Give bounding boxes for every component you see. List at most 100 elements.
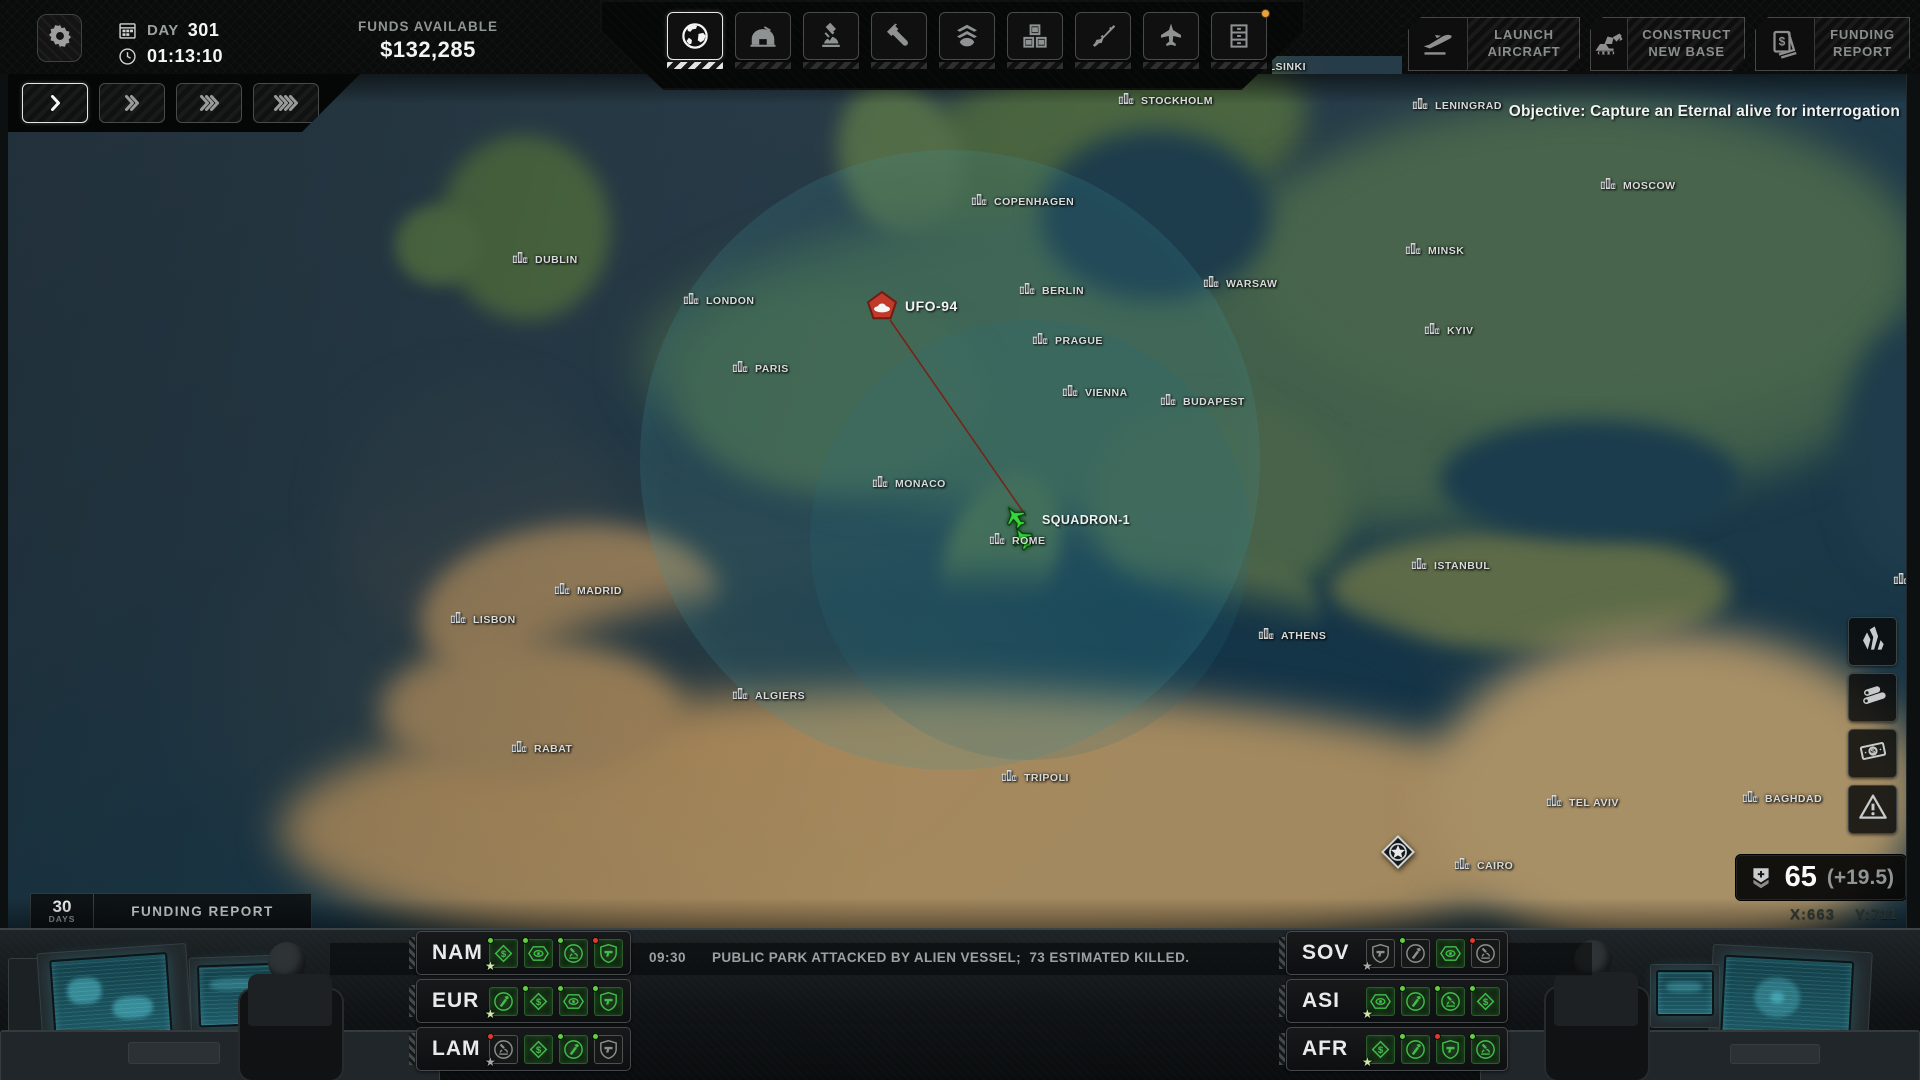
- region-slot-research: [1471, 1035, 1500, 1064]
- status-dot: [1434, 985, 1441, 992]
- city-icon: [1258, 627, 1276, 640]
- region-slot-intel: [559, 987, 588, 1016]
- city-label: ISTANBUL: [1434, 560, 1490, 572]
- objective-text: Objective: Capture an Eternal alive for …: [1240, 103, 1900, 121]
- region-name: EUR: [432, 989, 479, 1013]
- city-marker: TRIPOLI: [1001, 769, 1069, 784]
- shield-plus-icon: [1748, 865, 1774, 891]
- city-marker: ISTANBUL: [1411, 557, 1490, 572]
- city-label: ALGIERS: [755, 690, 805, 702]
- region-row-lam[interactable]: LAM★$: [416, 1027, 631, 1071]
- city-marker: TEL AVIV: [1546, 794, 1619, 809]
- tab-engineering[interactable]: [871, 12, 927, 69]
- base-marker[interactable]: [1379, 833, 1417, 871]
- speed-3-button[interactable]: [176, 83, 242, 123]
- region-row-nam[interactable]: NAM$★: [416, 931, 631, 975]
- city-icon: [1160, 393, 1178, 406]
- status-dot: [522, 985, 529, 992]
- speed-4-button[interactable]: [253, 83, 319, 123]
- city-marker: KYIV: [1424, 322, 1474, 337]
- city-label: MINSK: [1428, 245, 1464, 257]
- alerts-button[interactable]: [1848, 785, 1897, 834]
- speed-1-button[interactable]: [22, 83, 88, 123]
- region-slots: ★$: [1366, 987, 1500, 1016]
- tab-stripe: [1211, 62, 1267, 69]
- launch-aircraft-button[interactable]: LAUNCHAIRCRAFT: [1408, 17, 1580, 71]
- ticker-time: 09:30: [649, 950, 686, 965]
- city-label: PRAGUE: [1055, 335, 1103, 347]
- region-slot-funding: $★: [489, 939, 518, 968]
- tab-geoscape[interactable]: [667, 12, 723, 69]
- city-marker: PRAGUE: [1032, 332, 1103, 347]
- chevron-icon: [202, 95, 217, 111]
- star-badge: ★: [485, 1056, 496, 1068]
- construct-new-base-label: CONSTRUCTNEW BASE: [1628, 17, 1745, 71]
- squadron-marker[interactable]: SQUADRON-1: [1002, 504, 1082, 564]
- region-row-sov[interactable]: SOV★: [1286, 931, 1508, 975]
- region-slots: ★: [1366, 939, 1500, 968]
- city-label: ATHENS: [1281, 630, 1326, 642]
- rifle-icon: [1075, 12, 1131, 60]
- region-name: ASI: [1302, 989, 1340, 1013]
- city-marker: BAGHDAD: [1742, 790, 1822, 805]
- city-label: DUBLIN: [535, 254, 578, 266]
- region-slot-research: [1436, 987, 1465, 1016]
- region-row-asi[interactable]: ASI ★$: [1286, 979, 1508, 1023]
- terrain-blob: [412, 510, 728, 710]
- tab-aircraft[interactable]: [1143, 12, 1199, 69]
- region-slot-funding: $: [1471, 987, 1500, 1016]
- city-marker: ATHENS: [1258, 627, 1326, 642]
- funding-report-button[interactable]: $FUNDINGREPORT: [1755, 17, 1910, 71]
- city-label: COPENHAGEN: [994, 196, 1074, 208]
- settings-button[interactable]: [37, 14, 82, 62]
- city-marker: DUBLIN: [512, 251, 578, 266]
- city-label: LISBON: [473, 614, 516, 626]
- geoscape-screen: UFO-94 SQUADRON-1 Objective: Capture an …: [0, 0, 1920, 1080]
- cash-button[interactable]: $: [1848, 729, 1897, 778]
- header-actions: LAUNCHAIRCRAFT CONSTRUCTNEW BASE$FUNDINGR…: [1408, 17, 1910, 71]
- status-dot: [1399, 985, 1406, 992]
- ufo-marker[interactable]: UFO-94: [865, 290, 899, 329]
- svg-text:$: $: [1378, 1044, 1384, 1055]
- ufo-icon: [865, 290, 899, 329]
- terrain-blob: [1180, 560, 1320, 670]
- city-icon: [683, 292, 701, 305]
- intercept-path: [0, 0, 1920, 928]
- city-marker: WARSAW: [1203, 275, 1277, 290]
- region-panel-left: NAM$★EUR★$LAM★$: [416, 931, 631, 1071]
- region-slots: ★$: [489, 987, 623, 1016]
- region-row-eur[interactable]: EUR ★$: [416, 979, 631, 1023]
- region-row-afr[interactable]: AFR$★: [1286, 1027, 1508, 1071]
- tab-stripe: [939, 62, 995, 69]
- tab-archive[interactable]: [1211, 12, 1267, 69]
- calendar-icon: [117, 20, 138, 41]
- region-slot-military: [594, 939, 623, 968]
- status-dot: [1399, 937, 1406, 944]
- city-icon: [1062, 384, 1080, 397]
- terrain-blob: [1250, 100, 1920, 420]
- city-label: TRIPOLI: [1024, 772, 1069, 784]
- speed-2-button[interactable]: [99, 83, 165, 123]
- rank-icon: [939, 12, 995, 60]
- funding-report-label: FUNDINGREPORT: [1815, 17, 1910, 71]
- crystals-button[interactable]: [1848, 617, 1897, 666]
- microscope-icon: [803, 12, 859, 60]
- tab-personnel[interactable]: [939, 12, 995, 69]
- tab-armory[interactable]: [1075, 12, 1131, 69]
- geoscape-tabs: [667, 12, 1267, 69]
- region-slot-intel: [1436, 939, 1465, 968]
- tab-bases[interactable]: [735, 12, 791, 69]
- world-map[interactable]: UFO-94 SQUADRON-1 Objective: Capture an …: [0, 0, 1920, 928]
- region-slot-military: ★: [1366, 939, 1395, 968]
- region-panel-right: SOV★ASI★$AFR$★: [1286, 931, 1508, 1071]
- tab-stores[interactable]: [1007, 12, 1063, 69]
- jet-takeoff-icon: [1408, 17, 1468, 71]
- city-label: WARSAW: [1226, 278, 1277, 290]
- score-delta: (+19.5): [1827, 866, 1894, 890]
- city-marker: LONDON: [683, 292, 755, 307]
- tab-research[interactable]: [803, 12, 859, 69]
- construct-new-base-button[interactable]: CONSTRUCTNEW BASE: [1590, 17, 1745, 71]
- svg-text:$: $: [536, 1044, 542, 1055]
- alloys-button[interactable]: [1848, 673, 1897, 722]
- radar-range-circle: [640, 150, 1260, 770]
